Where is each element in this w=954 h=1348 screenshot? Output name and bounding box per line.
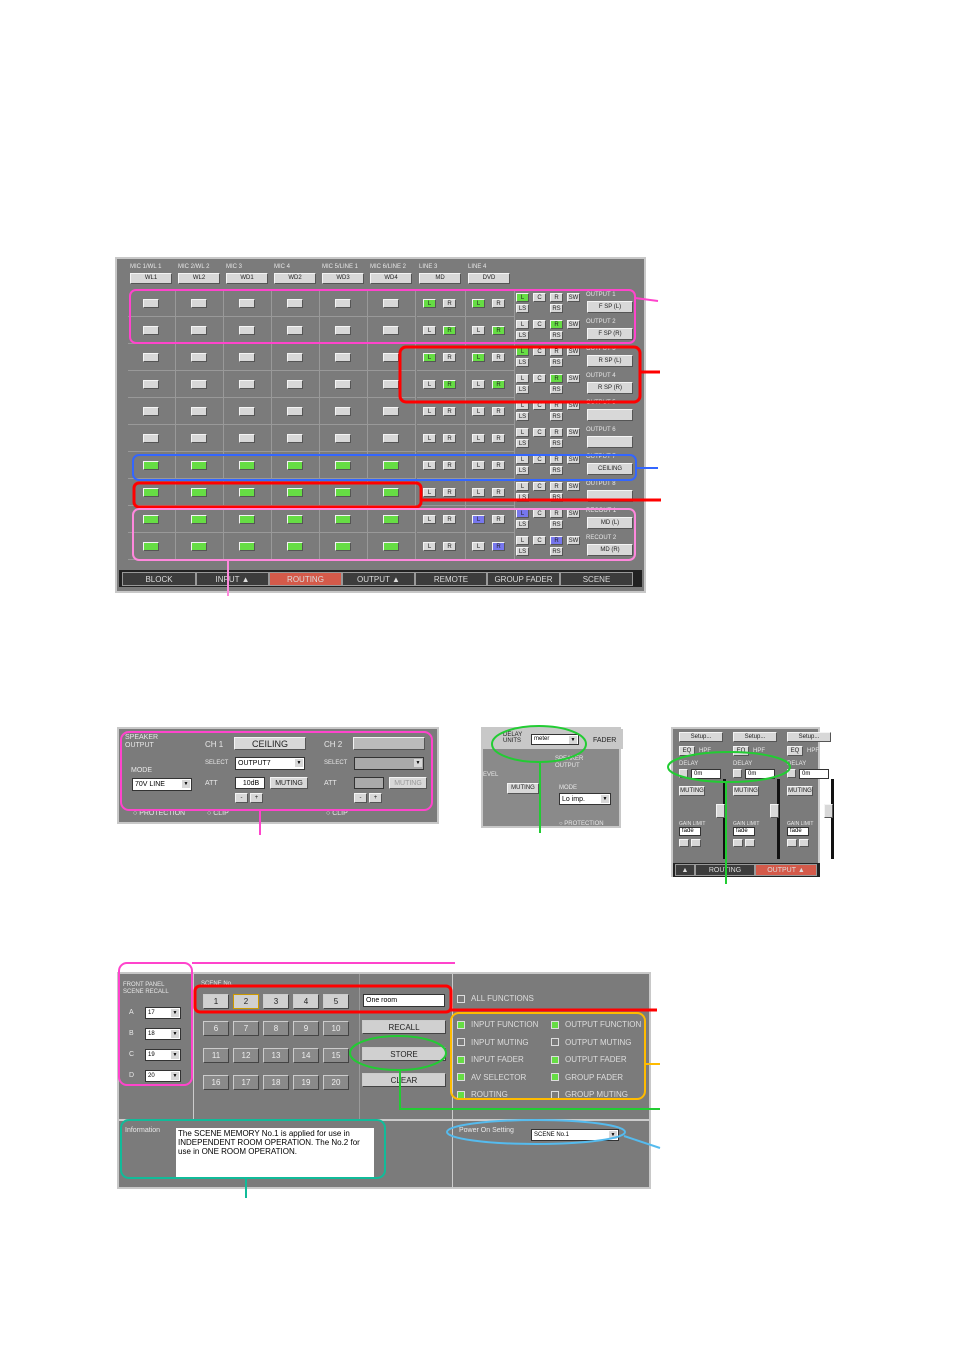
callout-line [399,1070,660,1110]
highlight-power-on [446,1119,626,1145]
highlight-store [349,1035,447,1071]
highlight-recout [132,508,636,561]
highlight-delay-units [491,725,587,763]
highlight-front-panel [118,962,193,1086]
highlight-output-8-mics [132,481,423,509]
highlight-functions [450,1012,646,1100]
highlight-information [120,1119,386,1179]
highlight-scene-numbers [193,984,453,1014]
annotation-overlay [118,289,791,1198]
highlight-output-3-4 [398,345,642,404]
highlight-speaker [120,731,433,811]
highlight-delay [667,751,791,783]
callout-line [623,1135,661,1149]
callout-line [634,297,659,302]
document-page: MIC 1/WL 1 WL1 MIC 2/WL 2 WL2 MIC 3 WD1 MIC 4W… [0,0,954,1348]
highlight-output-1-2 [129,289,636,344]
highlight-output-7 [132,454,637,481]
